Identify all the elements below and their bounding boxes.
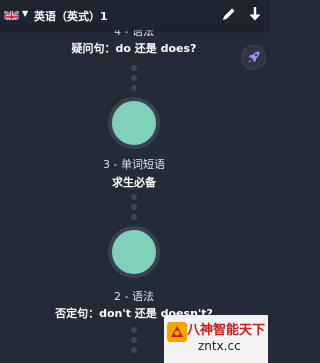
path-dot [131,337,137,343]
path-dot [131,204,137,210]
lesson-3-title: 求生必备 [112,176,156,189]
lesson-3-subtitle: 3 - 单词短语 [103,158,165,171]
lesson-4-title: 疑问句：do 还是 does? [71,42,197,55]
path-dot [131,214,137,220]
lesson-3[interactable]: 3 - 单词短语 求生必备 [0,156,268,190]
watermark: 八神智能天下 zntx.cc [164,315,268,363]
path-dot [131,75,137,81]
path-dot [131,65,137,71]
watermark-logo-icon [166,321,188,343]
top-bar: ▼ 英语（英式）1 [0,0,268,30]
download-arrow-icon[interactable] [247,6,263,22]
path-dot [131,85,137,91]
chevron-down-icon[interactable]: ▼ [22,9,28,18]
lesson-2-subtitle: 2 - 语法 [114,290,154,303]
path-dot [131,194,137,200]
uk-flag-icon[interactable] [4,8,19,20]
lesson-2-node[interactable] [108,226,160,278]
watermark-url: zntx.cc [198,339,241,353]
path-dot [131,327,137,333]
path-dot [131,347,137,353]
pencil-icon[interactable] [221,6,237,22]
watermark-title: 八神智能天下 [187,323,266,338]
course-title[interactable]: 英语（英式）1 [34,8,108,24]
lesson-3-node[interactable] [108,97,160,149]
